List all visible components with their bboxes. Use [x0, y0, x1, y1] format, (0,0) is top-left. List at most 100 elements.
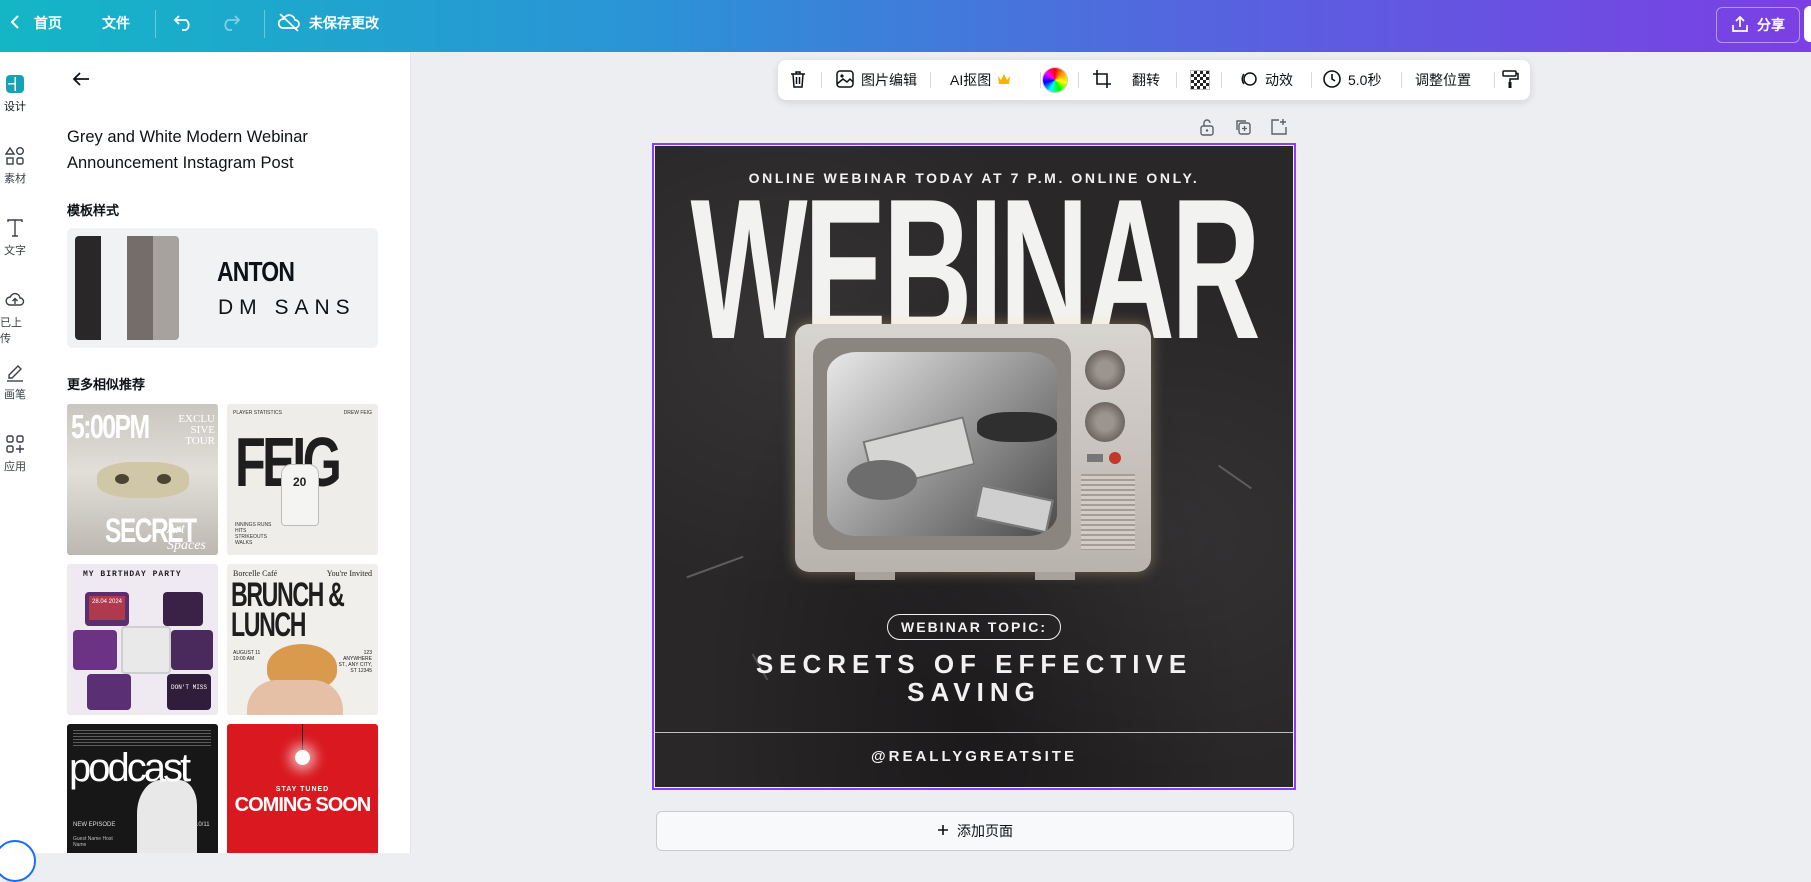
copy-style-button[interactable]: [1500, 60, 1520, 100]
help-button[interactable]: [0, 840, 36, 882]
design-topic-line-1: SECRETS OF EFFECTIVE: [755, 649, 1193, 679]
thumb-fine-text: [73, 730, 211, 746]
color-swatch: [75, 236, 101, 340]
template-style-card[interactable]: ANTON DM SANS: [67, 228, 378, 348]
element-toolbar: 图片编辑 AI抠图 翻转 动效 5.0秒 调整位置: [778, 60, 1530, 100]
thumb-text: 28.04 2024: [89, 596, 125, 620]
rail-item-design[interactable]: 设计: [0, 74, 30, 114]
template-thumbnail[interactable]: STAY TUNED COMING SOON: [227, 724, 378, 853]
duration-label: 5.0秒: [1348, 72, 1382, 88]
divider: [1311, 72, 1312, 88]
tv-foot: [855, 572, 895, 580]
edit-image-label: 图片编辑: [861, 72, 917, 88]
rail-item-elements[interactable]: 素材: [0, 146, 30, 186]
chevron-left-icon: [10, 14, 26, 32]
design-canvas[interactable]: ONLINE WEBINAR TODAY AT 7 P.M. ONLINE ON…: [652, 143, 1296, 790]
design-divider-line: [655, 732, 1293, 733]
tv-knob: [1085, 402, 1125, 442]
home-label: 首页: [34, 15, 62, 31]
duration-button[interactable]: 5.0秒: [1322, 60, 1381, 100]
plus-icon: [937, 823, 949, 839]
similar-heading: 更多相似推荐: [67, 377, 146, 392]
rail-item-uploads[interactable]: 已上传: [0, 290, 30, 346]
player-photo: 20: [281, 464, 319, 526]
file-menu-button[interactable]: 文件: [102, 0, 130, 46]
add-page-icon-button[interactable]: [1269, 118, 1289, 139]
color-swatch: [153, 236, 179, 340]
paint-roller-icon: [1500, 69, 1520, 92]
tv-knob: [1085, 350, 1125, 390]
divider: [1221, 72, 1222, 88]
color-swatch: [101, 236, 127, 340]
design-panel: Grey and White Modern Webinar Announceme…: [30, 52, 411, 853]
crop-button[interactable]: [1092, 60, 1112, 100]
thumb-text: DON'T MISS: [171, 684, 208, 691]
color-button[interactable]: [1042, 60, 1068, 100]
save-status[interactable]: 未保存更改: [277, 0, 379, 46]
thumb-text: DREW FEIG: [343, 410, 372, 416]
divider: [1401, 72, 1402, 88]
thumb-text: PLAYER STATISTICS: [233, 410, 282, 416]
duplicate-page-button[interactable]: [1233, 119, 1253, 139]
banknote-shape: [974, 484, 1054, 534]
lock-button[interactable]: [1197, 118, 1217, 139]
rail-item-text[interactable]: 文字: [0, 218, 30, 258]
flip-button[interactable]: 翻转: [1132, 60, 1160, 100]
divider: [1040, 72, 1041, 88]
body-font-sample: DM SANS: [218, 296, 356, 319]
transparency-button[interactable]: [1190, 60, 1210, 100]
divider: [821, 72, 822, 88]
thumb-text: Art Spaces: [167, 522, 206, 553]
tv-shape: 28.04 2024: [85, 592, 129, 626]
undo-icon: [173, 13, 195, 34]
apps-icon: [5, 434, 25, 454]
edit-image-button[interactable]: 图片编辑: [835, 60, 917, 100]
thumb-text: 123 ANYWHERE ST., ANY CITY, ST 12345: [338, 650, 372, 674]
design-topic-line-2: SAVING: [907, 677, 1041, 707]
template-thumbnail[interactable]: PLAYER STATISTICS DREW FEIG FEIG 20 INNI…: [227, 404, 378, 555]
divider: [1176, 72, 1177, 88]
rail-item-draw[interactable]: 画笔: [0, 362, 30, 402]
unsaved-label: 未保存更改: [309, 15, 379, 31]
crop-icon: [1092, 69, 1112, 92]
template-style-heading: 模板样式: [67, 203, 120, 218]
tv-indicator: [1109, 452, 1121, 464]
divider: [1078, 72, 1079, 88]
template-thumbnail[interactable]: MY BIRTHDAY PARTY 28.04 2024 DON'T MISS: [67, 564, 218, 715]
template-thumbnail[interactable]: Borcelle Café You're Invited BRUNCH & LU…: [227, 564, 378, 715]
tv-bezel: [813, 338, 1071, 550]
divider: [264, 10, 265, 38]
rail-label: 画笔: [4, 389, 26, 401]
cloud-off-icon: [277, 12, 301, 35]
retro-tv-photo: [795, 324, 1151, 580]
animate-button[interactable]: 动效: [1239, 60, 1293, 100]
share-button[interactable]: 分享: [1716, 7, 1800, 43]
thumb-text: podcast: [69, 746, 191, 790]
undo-button[interactable]: [173, 0, 195, 46]
ai-cutout-button[interactable]: AI抠图: [950, 60, 1011, 100]
redo-button[interactable]: [219, 0, 241, 46]
lamp-cord: [302, 724, 303, 752]
flip-label: 翻转: [1132, 72, 1160, 88]
file-label: 文件: [102, 15, 130, 31]
rail-item-apps[interactable]: 应用: [0, 434, 30, 474]
top-bar: 首页 文件 未保存更改 分享: [0, 0, 1811, 52]
position-button[interactable]: 调整位置: [1415, 60, 1471, 100]
tv-shape: [87, 674, 131, 710]
thumb-text: MY BIRTHDAY PARTY: [83, 570, 182, 579]
heading-font-sample: ANTON: [217, 256, 295, 287]
animate-label: 动效: [1265, 72, 1293, 88]
tv-shape: [73, 630, 117, 670]
delete-button[interactable]: [788, 60, 808, 100]
clock-icon: [1322, 69, 1342, 92]
template-thumbnail[interactable]: podcast NEW EPISODE 10/11 Guest Name Hos…: [67, 724, 218, 853]
tv-foot: [1035, 572, 1075, 580]
divider: [1494, 72, 1495, 88]
add-page-button[interactable]: 添加页面: [656, 811, 1294, 851]
rail-label: 素材: [4, 173, 26, 185]
back-button[interactable]: [68, 68, 94, 94]
account-button[interactable]: [1804, 6, 1811, 42]
home-button[interactable]: 首页: [10, 0, 62, 46]
template-title: Grey and White Modern Webinar Announceme…: [67, 128, 308, 172]
template-thumbnail[interactable]: 5:00PM EXCLU SIVE TOUR SECRET Art Spaces: [67, 404, 218, 555]
